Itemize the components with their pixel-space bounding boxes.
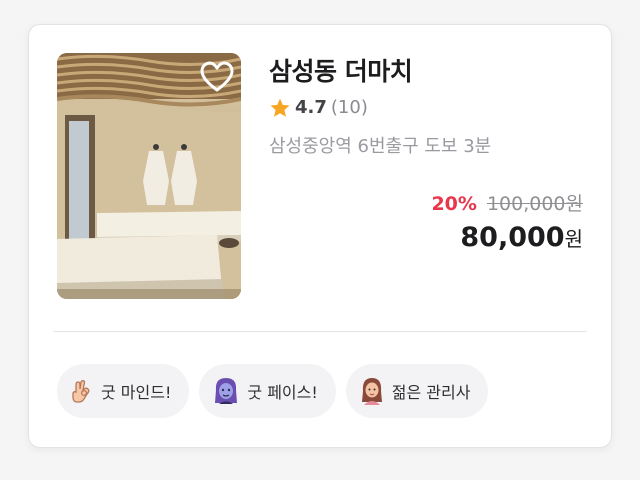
tag-label: 젊은 관리사 bbox=[391, 383, 471, 402]
tag-good-face[interactable]: 굿 페이스! bbox=[199, 364, 336, 418]
discount-rate: 20% bbox=[431, 193, 477, 215]
heart-outline-icon bbox=[200, 61, 234, 92]
final-price: 80,000원 bbox=[431, 221, 583, 256]
original-price: 100,000원 bbox=[486, 193, 583, 215]
tag-list: 굿 마인드! 굿 페이스! 젊은 관리사 bbox=[57, 364, 489, 418]
price-block: 20% 100,000원 80,000원 bbox=[431, 191, 583, 256]
tag-good-mind[interactable]: 굿 마인드! bbox=[57, 364, 190, 418]
ok-hand-icon bbox=[72, 380, 90, 403]
location-text: 삼성중앙역 6번출구 도보 3분 bbox=[269, 136, 492, 157]
tag-label: 굿 마인드! bbox=[101, 383, 172, 402]
tag-young-therapist[interactable]: 젊은 관리사 bbox=[345, 364, 489, 418]
review-count: (10) bbox=[330, 97, 368, 118]
favorite-button[interactable] bbox=[199, 59, 235, 95]
shop-thumbnail[interactable] bbox=[57, 53, 241, 299]
young-woman-icon bbox=[361, 378, 382, 405]
shop-info: 삼성동 더마치 4.7 (10) 삼성중앙역 6번출구 도보 3분 bbox=[269, 55, 587, 159]
final-price-amount: 80,000 bbox=[460, 222, 565, 253]
star-icon bbox=[270, 98, 290, 117]
rating-row: 4.7 (10) bbox=[269, 97, 587, 119]
face-icon bbox=[215, 378, 238, 404]
shop-name[interactable]: 삼성동 더마치 bbox=[269, 55, 587, 89]
rating-score: 4.7 bbox=[295, 97, 327, 118]
divider bbox=[53, 331, 587, 332]
final-price-unit: 원 bbox=[564, 227, 583, 251]
shop-card[interactable]: 삼성동 더마치 4.7 (10) 삼성중앙역 6번출구 도보 3분 20% 10… bbox=[28, 24, 612, 448]
tag-label: 굿 페이스! bbox=[247, 383, 318, 402]
